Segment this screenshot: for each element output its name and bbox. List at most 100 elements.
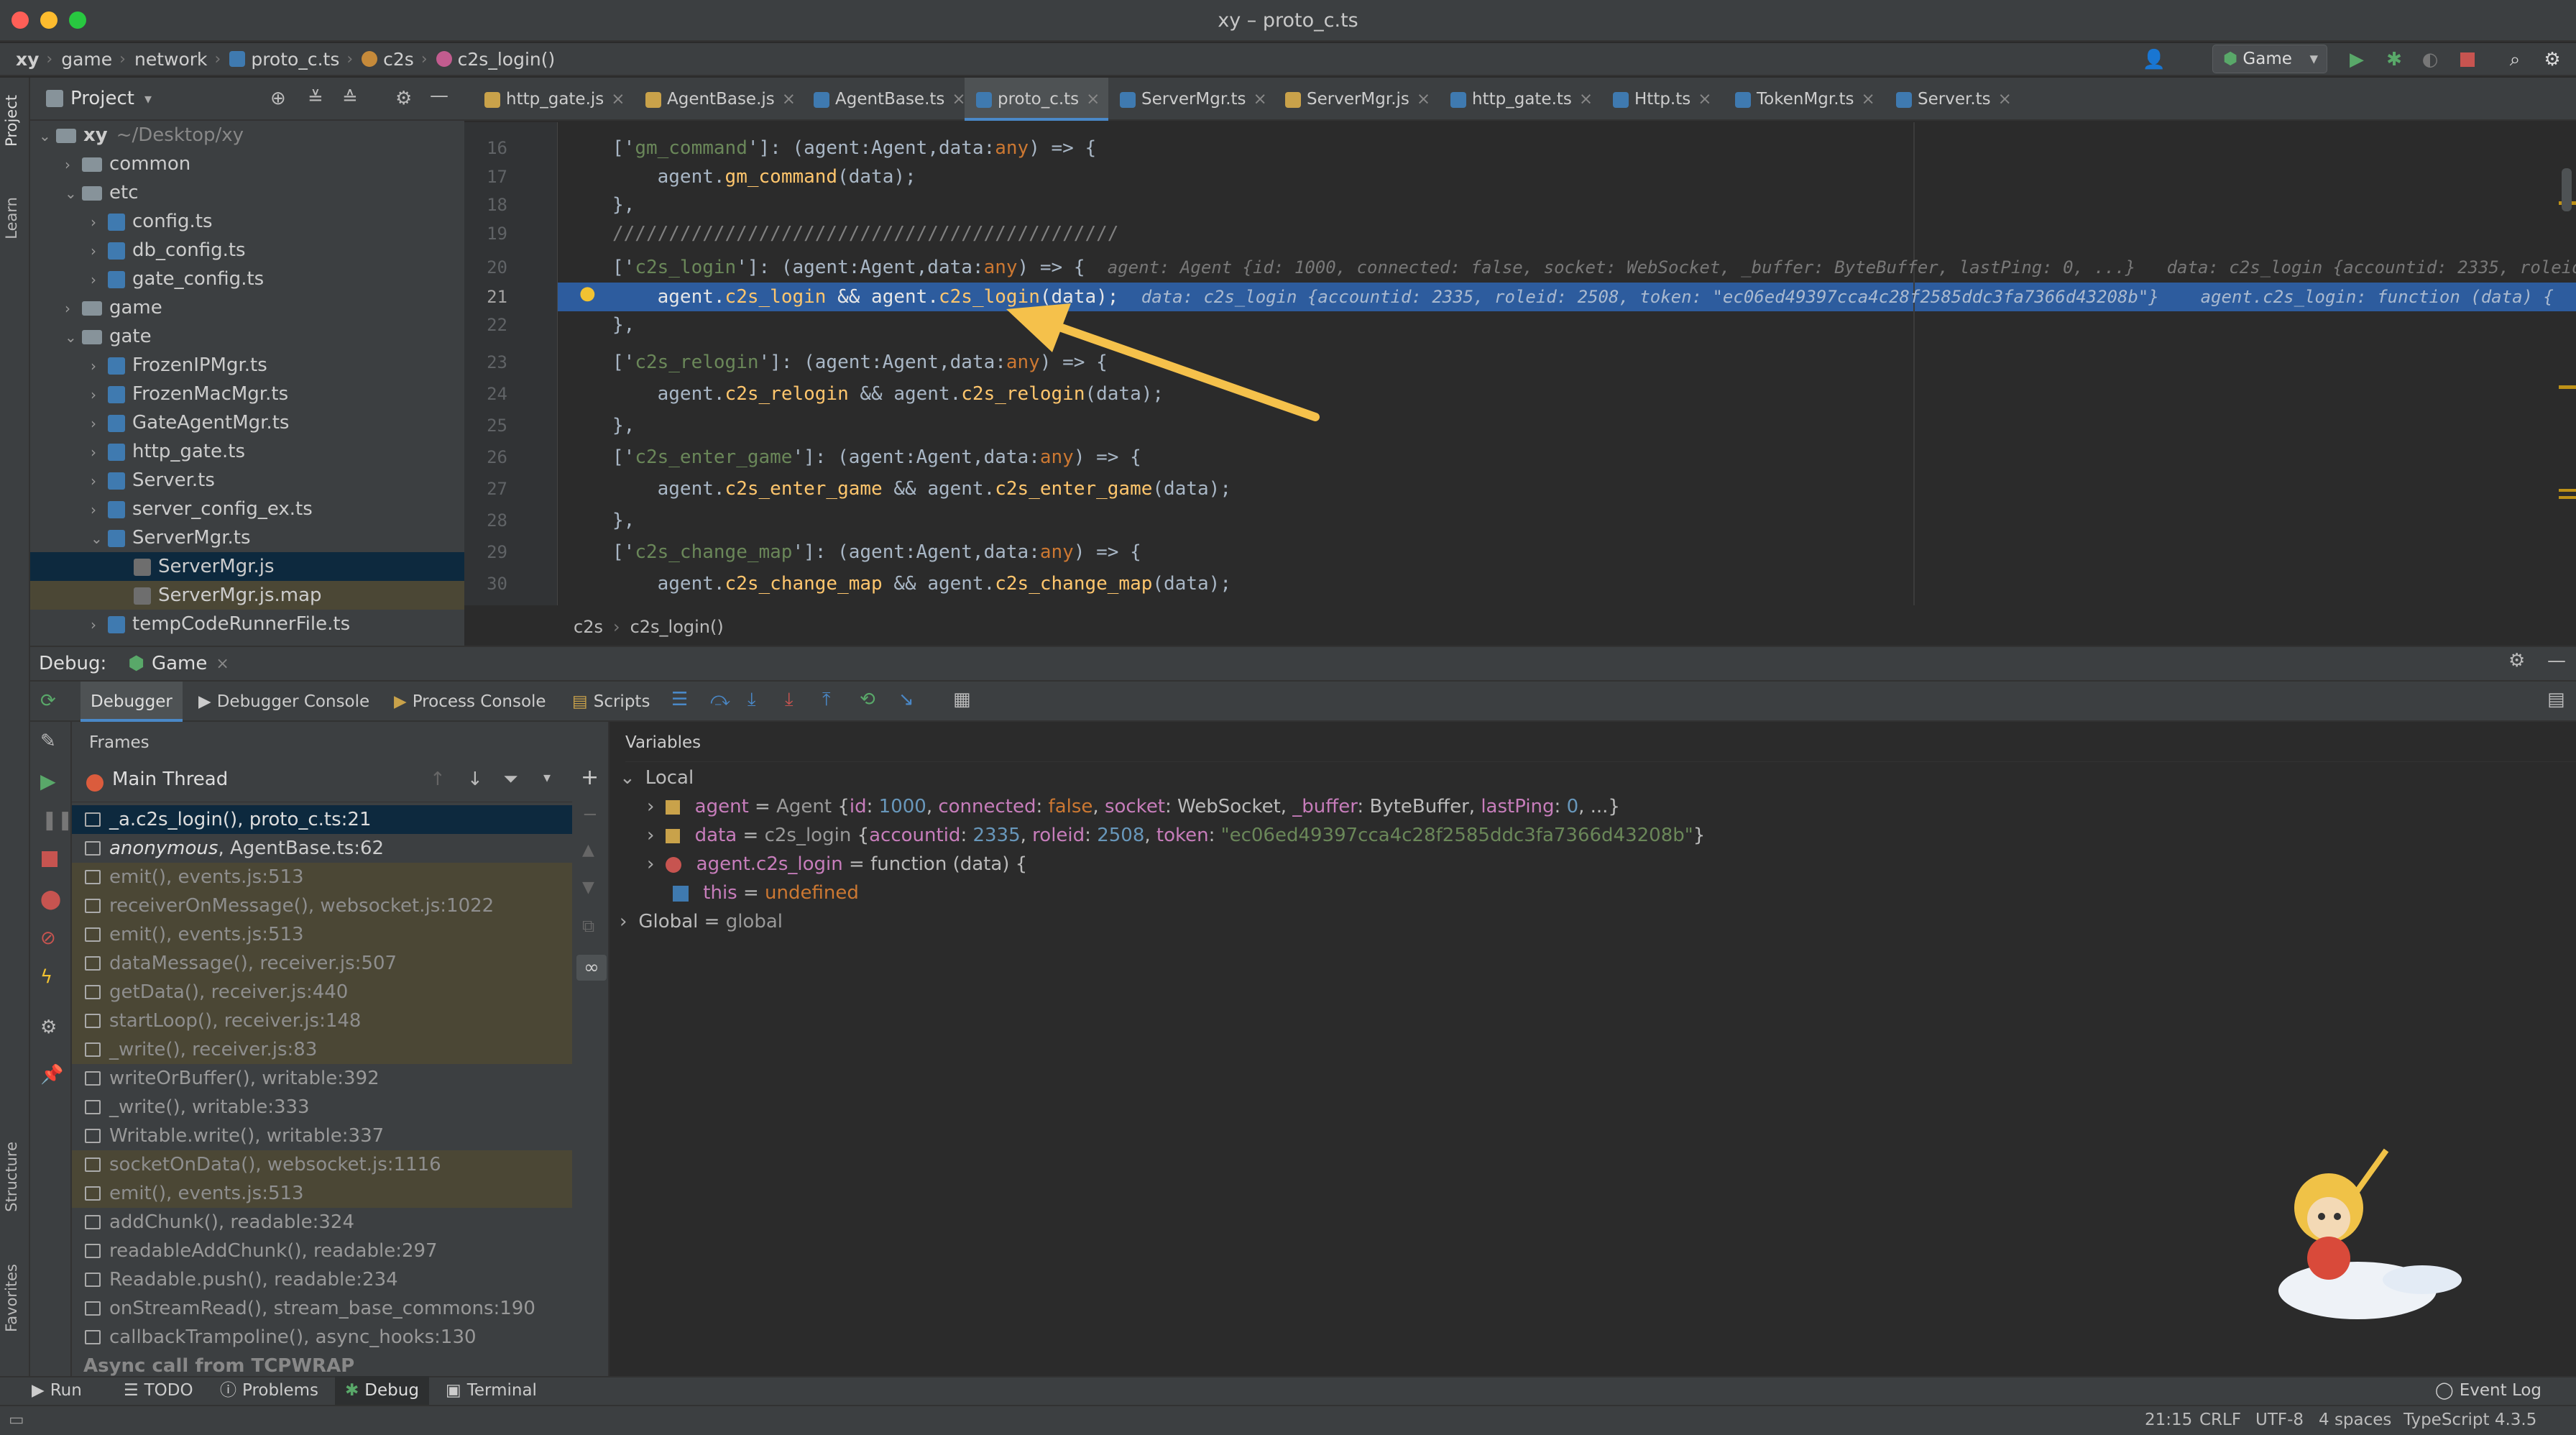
variable-this[interactable]: this = undefined: [673, 879, 859, 907]
close-icon[interactable]: ×: [1254, 90, 1267, 109]
project-tree-item[interactable]: ⌄ xy ~/Desktop/xy: [30, 121, 464, 150]
collapse-all-icon[interactable]: ≙: [342, 88, 358, 109]
editor-crumb-method[interactable]: c2s_login(): [630, 617, 724, 637]
move-down-icon[interactable]: ▼: [582, 879, 594, 897]
structure-tool-tab[interactable]: Structure: [3, 1142, 20, 1212]
line-number[interactable]: 28: [464, 506, 507, 535]
editor-tab[interactable]: TokenMgr.ts ×: [1724, 78, 1885, 121]
line-number[interactable]: 21: [464, 283, 507, 311]
editor-tab[interactable]: Server.ts ×: [1885, 78, 2012, 121]
terminal-tool-button[interactable]: ▣ Terminal: [446, 1376, 537, 1405]
project-tree-item[interactable]: › http_gate.ts: [30, 437, 464, 466]
search-icon[interactable]: ⌕: [2504, 49, 2526, 70]
view-breakpoints-icon[interactable]: ⬤: [40, 889, 61, 910]
down-icon[interactable]: ↓: [467, 769, 483, 790]
stack-frame[interactable]: Readable.push(), readable:234: [72, 1265, 572, 1294]
line-number[interactable]: 24: [464, 380, 507, 408]
project-view-select[interactable]: Project: [70, 88, 134, 109]
problems-tool-button[interactable]: ⓘ Problems: [220, 1376, 318, 1405]
restart-frame-icon[interactable]: ⟲: [860, 689, 875, 710]
settings-icon[interactable]: ⚙: [40, 1017, 57, 1038]
chevron-down-icon[interactable]: ⌄: [91, 524, 108, 553]
editor-tab[interactable]: proto_c.ts ×: [965, 78, 1108, 121]
indent-setting[interactable]: 4 spaces: [2319, 1405, 2391, 1435]
show-execution-point-icon[interactable]: ☰: [671, 689, 688, 710]
thread-selector[interactable]: Main Thread ↑ ↓ ⏷ ▾: [72, 764, 572, 802]
close-icon[interactable]: ×: [216, 655, 229, 673]
project-tree-item[interactable]: › config.ts: [30, 207, 464, 236]
variable-agent[interactable]: › agent = Agent {id: 1000, connected: fa…: [647, 792, 1620, 821]
debug-tool-button[interactable]: ✱ Debug: [335, 1376, 429, 1405]
stack-frame[interactable]: callbackTrampoline(), async_hooks:130: [72, 1323, 572, 1352]
breadcrumb-project[interactable]: xy: [16, 49, 39, 70]
pause-icon[interactable]: ❚❚: [42, 810, 73, 831]
chevron-right-icon[interactable]: ›: [65, 294, 82, 323]
stack-frame[interactable]: _write(), receiver.js:83: [72, 1035, 572, 1064]
stack-frame[interactable]: _a.c2s_login(), proto_c.ts:21: [72, 805, 572, 834]
gear-icon[interactable]: ⚙: [395, 88, 412, 109]
breadcrumb-method[interactable]: c2s_login(): [458, 49, 556, 70]
chevron-right-icon[interactable]: ›: [91, 380, 108, 409]
stack-frame[interactable]: dataMessage(), receiver.js:507: [72, 949, 572, 978]
gear-icon[interactable]: ⚙: [2508, 650, 2525, 671]
project-tree-item[interactable]: ServerMgr.js.map: [30, 581, 464, 610]
stack-frame[interactable]: emit(), events.js:513: [72, 1179, 572, 1208]
breadcrumb-file[interactable]: proto_c.ts: [251, 49, 339, 70]
chevron-right-icon[interactable]: ›: [91, 438, 108, 467]
chevron-right-icon[interactable]: ›: [91, 265, 108, 294]
step-out-icon[interactable]: ⤒: [822, 689, 831, 711]
pin-icon[interactable]: 📌: [40, 1064, 63, 1086]
todo-tool-button[interactable]: ☰ TODO: [124, 1376, 193, 1405]
variable-function[interactable]: › agent.c2s_login = function (data) {: [647, 850, 1027, 879]
editor-tab[interactable]: http_gate.ts ×: [1439, 78, 1601, 121]
coverage-icon[interactable]: ◐: [2419, 49, 2441, 70]
file-encoding[interactable]: UTF-8: [2255, 1405, 2304, 1435]
close-icon[interactable]: ×: [1417, 90, 1430, 109]
expand-all-icon[interactable]: ≚: [308, 88, 323, 109]
close-icon[interactable]: ×: [1998, 90, 2012, 109]
scripts-tab[interactable]: ▤ Scripts: [572, 682, 650, 722]
locate-icon[interactable]: ⊕: [270, 88, 286, 109]
editor-scrollbar[interactable]: [2562, 168, 2572, 211]
stop-icon[interactable]: [42, 851, 58, 867]
hide-panel-icon[interactable]: —: [430, 85, 448, 106]
project-tree-item[interactable]: ⌄ ServerMgr.ts: [30, 523, 464, 552]
local-scope[interactable]: ⌄ Local: [620, 764, 694, 792]
warning-marker[interactable]: [2559, 489, 2576, 499]
line-number[interactable]: 18: [464, 191, 507, 219]
project-tree-item[interactable]: ServerMgr.js: [30, 552, 464, 581]
remove-watch-icon[interactable]: −: [582, 804, 598, 825]
chevron-down-icon[interactable]: ▾: [144, 90, 152, 107]
global-scope[interactable]: › Global = global: [620, 907, 783, 936]
chevron-right-icon[interactable]: ›: [65, 150, 82, 179]
breadcrumb-folder[interactable]: network: [134, 49, 208, 70]
chevron-right-icon[interactable]: ›: [91, 409, 108, 438]
process-console-tab[interactable]: ▶ Process Console: [394, 682, 546, 722]
glasses-icon[interactable]: ∞: [576, 955, 607, 981]
chevron-down-icon[interactable]: ⌄: [39, 122, 56, 150]
debug-session-tab[interactable]: Game: [152, 653, 207, 674]
move-up-icon[interactable]: ▲: [582, 841, 594, 859]
close-icon[interactable]: ×: [782, 90, 796, 109]
line-number[interactable]: 22: [464, 311, 507, 339]
project-tree-item[interactable]: › db_config.ts: [30, 236, 464, 265]
hide-panel-icon[interactable]: —: [2547, 650, 2566, 671]
user-icon[interactable]: 👤: [2143, 49, 2166, 70]
line-number[interactable]: 26: [464, 443, 507, 472]
step-into-icon[interactable]: ⤓: [748, 689, 756, 711]
project-tree-item[interactable]: › game: [30, 293, 464, 322]
line-number[interactable]: 23: [464, 348, 507, 377]
run-icon[interactable]: ▶: [2346, 49, 2368, 70]
editor-tab[interactable]: ServerMgr.js ×: [1274, 78, 1439, 121]
toggle-tool-windows-icon[interactable]: ▭: [9, 1405, 24, 1435]
project-tree-item[interactable]: › gate_config.ts: [30, 265, 464, 293]
learn-tool-tab[interactable]: Learn: [3, 197, 20, 239]
wrench-icon[interactable]: ✎: [40, 730, 56, 752]
mute-breakpoints-icon[interactable]: ⊘: [40, 927, 56, 949]
line-number[interactable]: 20: [464, 253, 507, 282]
warning-marker[interactable]: [2559, 385, 2576, 389]
force-step-into-icon[interactable]: ⤓: [785, 689, 794, 711]
debug-icon[interactable]: ✱: [2383, 49, 2405, 70]
project-tree-item[interactable]: › tempCodeRunnerFile.ts: [30, 610, 464, 638]
line-number[interactable]: 27: [464, 474, 507, 503]
